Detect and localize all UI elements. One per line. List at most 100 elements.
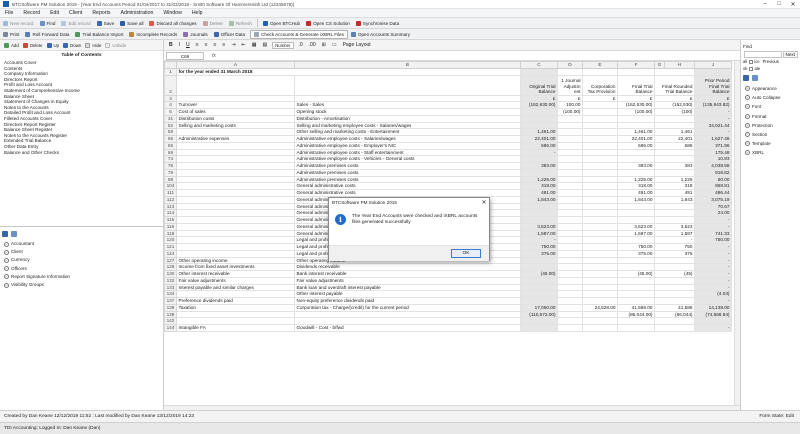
- category-cell[interactable]: [176, 202, 295, 211]
- final-tb-cell[interactable]: [617, 324, 655, 332]
- corp-tax-cell[interactable]: [582, 310, 618, 319]
- final-tb-cell[interactable]: 375.00: [617, 249, 655, 258]
- sort-icon[interactable]: [11, 231, 17, 237]
- corp-tax-cell[interactable]: [582, 168, 618, 177]
- prior-period-cell[interactable]: 10.83: [694, 155, 732, 163]
- hide-button[interactable]: Hide: [83, 41, 103, 50]
- alphabetical-icon[interactable]: [752, 75, 758, 81]
- corp-tax-cell[interactable]: [582, 229, 618, 238]
- corp-tax-cell[interactable]: 24,528.00: [582, 303, 618, 312]
- final-tb-cell[interactable]: 686.00: [617, 141, 655, 150]
- row-header[interactable]: 116: [164, 222, 177, 231]
- align-right-icon[interactable]: ≡: [210, 42, 219, 48]
- period-title[interactable]: for the year ended 31 March 2018: [176, 67, 521, 76]
- panel-divider[interactable]: [0, 226, 163, 227]
- save-all-button[interactable]: Save all: [117, 19, 146, 28]
- category-cell[interactable]: Other interest receivable: [176, 270, 295, 278]
- categorized-icon[interactable]: [743, 75, 749, 81]
- row-header[interactable]: 134: [164, 290, 177, 298]
- final-tb-cell[interactable]: 1,843.00: [617, 195, 655, 204]
- prior-period-cell[interactable]: 70.67: [694, 202, 732, 211]
- column-header[interactable]: A: [176, 61, 295, 69]
- category-cell[interactable]: [176, 128, 295, 136]
- journal-cell[interactable]: [557, 202, 583, 211]
- final-tb-cell[interactable]: [617, 155, 655, 163]
- rounded-tb-cell[interactable]: [654, 297, 695, 305]
- original-tb-cell[interactable]: [520, 114, 558, 123]
- up-button[interactable]: Up: [45, 41, 62, 50]
- cell[interactable]: [294, 74, 521, 96]
- corp-tax-cell[interactable]: [582, 155, 618, 163]
- row-header[interactable]: 111: [164, 189, 177, 197]
- row-header[interactable]: 127: [164, 256, 177, 265]
- rounded-tb-cell[interactable]: 1,461: [654, 128, 695, 136]
- toc-delete-button[interactable]: Delete: [21, 41, 45, 50]
- account-cell[interactable]: Opening stock: [294, 108, 521, 116]
- final-tb-cell[interactable]: [617, 317, 655, 325]
- prior-period-cell[interactable]: -: [694, 297, 732, 305]
- prior-period-cell[interactable]: 486.44: [694, 189, 732, 197]
- rounded-tb-cell[interactable]: 686: [654, 141, 695, 150]
- original-tb-cell[interactable]: (45.00): [520, 270, 558, 278]
- justify-icon[interactable]: ≡: [219, 42, 228, 48]
- row-header[interactable]: 113: [164, 202, 177, 211]
- unhide-button[interactable]: Unhide: [103, 41, 128, 50]
- align-left-icon[interactable]: ≡: [193, 42, 202, 48]
- corp-tax-cell[interactable]: [582, 108, 618, 116]
- find-button[interactable]: Find: [37, 19, 59, 28]
- account-cell[interactable]: Goodwill - Cost - b/fwd: [294, 324, 521, 332]
- prior-period-cell[interactable]: -: [694, 276, 732, 285]
- final-tb-cell[interactable]: [617, 168, 655, 177]
- open-cs-button[interactable]: Open CS Solution: [303, 19, 353, 28]
- rounded-tb-cell[interactable]: [654, 155, 695, 163]
- row-header[interactable]: 114: [164, 209, 177, 217]
- account-cell[interactable]: Non-equity preference dividends paid: [294, 297, 521, 305]
- final-tb-cell[interactable]: [617, 276, 655, 285]
- row-header[interactable]: 120: [164, 236, 177, 244]
- final-tb-cell[interactable]: [617, 202, 655, 211]
- original-tb-cell[interactable]: [520, 263, 558, 271]
- account-cell[interactable]: Other selling and marketing costs - Ente…: [294, 128, 521, 136]
- journal-cell[interactable]: [557, 290, 583, 298]
- original-tb-cell[interactable]: 491.00: [520, 189, 558, 197]
- category-cell[interactable]: [176, 189, 295, 197]
- corp-tax-cell[interactable]: [582, 270, 618, 278]
- prior-period-cell[interactable]: -: [694, 108, 732, 116]
- row-header[interactable]: 137: [164, 297, 177, 305]
- page-layout-icon[interactable]: ▭: [329, 42, 340, 48]
- original-tb-cell[interactable]: 383.00: [520, 162, 558, 170]
- category-cell[interactable]: [176, 155, 295, 163]
- rounded-tb-cell[interactable]: [654, 209, 695, 217]
- category-cell[interactable]: [176, 290, 295, 298]
- rounded-tb-cell[interactable]: [654, 263, 695, 271]
- currency-cell[interactable]: £: [520, 94, 558, 103]
- tree-item-officers[interactable]: ⌄ Officers: [0, 265, 163, 273]
- journal-cell[interactable]: [557, 121, 583, 130]
- corp-tax-cell[interactable]: [582, 101, 618, 109]
- journal-cell[interactable]: [557, 270, 583, 278]
- category-cell[interactable]: [176, 209, 295, 217]
- currency-cell[interactable]: £: [617, 94, 655, 103]
- account-cell[interactable]: Bank interest receivable: [294, 270, 521, 278]
- original-tb-cell[interactable]: -: [520, 148, 558, 157]
- synchronise-button[interactable]: Synchronise Data: [353, 19, 402, 28]
- original-tb-cell[interactable]: [520, 317, 558, 325]
- menu-edit[interactable]: Edit: [45, 10, 64, 16]
- row-header[interactable]: 121: [164, 243, 177, 251]
- original-tb-cell[interactable]: [520, 209, 558, 217]
- category-cell[interactable]: Fair value adjustments: [176, 276, 295, 285]
- prior-period-cell[interactable]: 868.81: [694, 182, 732, 190]
- original-tb-cell[interactable]: [520, 297, 558, 305]
- fill-color-icon[interactable]: ▤: [259, 42, 270, 48]
- category-cell[interactable]: [176, 236, 295, 244]
- prior-period-cell[interactable]: 24.00: [694, 209, 732, 217]
- original-tb-cell[interactable]: [520, 283, 558, 292]
- down-button[interactable]: Down: [61, 41, 83, 50]
- row-header[interactable]: 4: [164, 101, 177, 109]
- corp-tax-cell[interactable]: [582, 276, 618, 285]
- row-header[interactable]: 128: [164, 263, 177, 271]
- corp-tax-cell[interactable]: [582, 162, 618, 170]
- prop-template[interactable]: ⌄ Template: [743, 139, 781, 148]
- category-cell[interactable]: Interest payable and similar charges: [176, 283, 295, 292]
- prior-period-cell[interactable]: 1,627.46: [694, 135, 732, 143]
